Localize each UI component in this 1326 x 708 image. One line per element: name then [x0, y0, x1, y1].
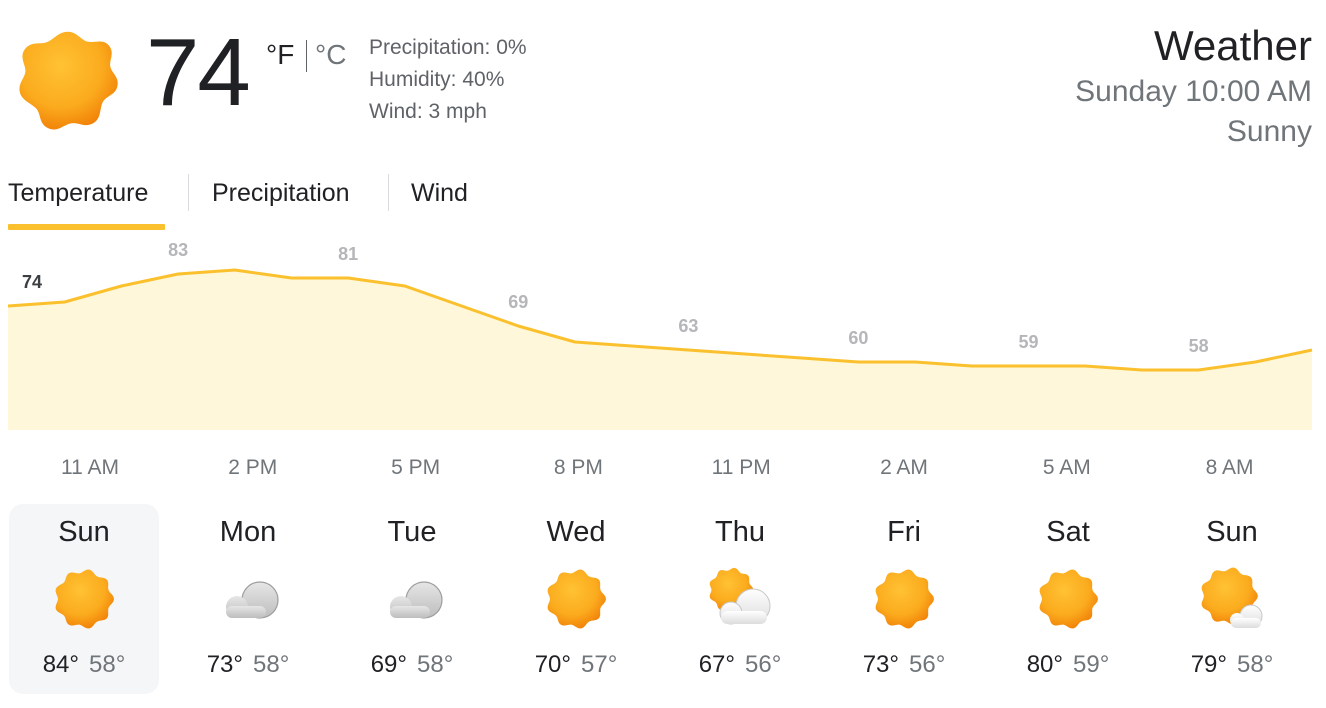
cloud-icon — [377, 564, 447, 634]
partly-cloudy-icon — [705, 564, 775, 634]
tab-precipitation[interactable]: Precipitation — [212, 176, 350, 210]
celsius-toggle[interactable]: °C — [315, 38, 346, 72]
day-temperatures: 79° 58° — [1157, 650, 1307, 680]
forecast-day-wed[interactable]: Wed 70° 57° — [501, 504, 651, 694]
sun-icon — [12, 25, 124, 137]
time-label: 2 PM — [228, 456, 278, 479]
chart-value-label: 58 — [1189, 336, 1209, 356]
day-temperatures: 69° 58° — [337, 650, 487, 680]
low-temperature: 59° — [1073, 651, 1110, 678]
precipitation-detail: Precipitation: 0% — [369, 36, 527, 59]
high-temperature: 73° — [206, 651, 243, 678]
forecast-day-sun[interactable]: Sun 79° 58° — [1157, 504, 1307, 694]
humidity-detail: Humidity: 40% — [369, 68, 505, 91]
sun-icon — [541, 564, 611, 634]
current-condition: Sunny — [1226, 115, 1312, 148]
time-label: 5 PM — [391, 456, 441, 479]
sun-icon — [1033, 564, 1103, 634]
day-name: Tue — [387, 516, 437, 548]
active-tab-indicator — [8, 224, 165, 230]
unit-divider — [306, 40, 307, 72]
tab-wind[interactable]: Wind — [411, 176, 468, 210]
day-temperatures: 67° 56° — [665, 650, 815, 680]
sun-icon — [49, 564, 119, 634]
current-datetime: Sunday 10:00 AM — [1075, 75, 1312, 108]
low-temperature: 56° — [745, 651, 782, 678]
tab-divider — [188, 174, 189, 211]
low-temperature: 58° — [1237, 651, 1274, 678]
chart-value-label: 74 — [22, 272, 42, 292]
day-temperatures: 73° 56° — [829, 650, 979, 680]
time-label: 11 PM — [711, 456, 771, 479]
mostly-sunny-icon — [1197, 564, 1267, 634]
low-temperature: 58° — [253, 651, 290, 678]
high-temperature: 79° — [1190, 651, 1227, 678]
forecast-day-tue[interactable]: Tue 69° 58° — [337, 504, 487, 694]
tab-divider — [388, 174, 389, 211]
low-temperature: 56° — [909, 651, 946, 678]
forecast-day-fri[interactable]: Fri 73° 56° — [829, 504, 979, 694]
high-temperature: 84° — [42, 651, 79, 678]
time-label: 8 PM — [553, 456, 603, 479]
chart-value-label: 59 — [1019, 332, 1039, 352]
forecast-day-mon[interactable]: Mon 73° 58° — [173, 504, 323, 694]
low-temperature: 57° — [581, 651, 618, 678]
day-temperatures: 73° 58° — [173, 650, 323, 680]
forecast-day-thu[interactable]: Thu 67° 56° — [665, 504, 815, 694]
high-temperature: 73° — [862, 651, 899, 678]
wind-detail: Wind: 3 mph — [369, 100, 487, 123]
chart-area — [8, 270, 1312, 430]
current-temperature: 74 — [146, 19, 251, 126]
day-name: Thu — [715, 516, 765, 548]
chart-value-label: 83 — [168, 240, 188, 260]
day-name: Wed — [546, 516, 606, 548]
chart-value-label: 60 — [848, 328, 868, 348]
chart-value-label: 63 — [678, 316, 698, 336]
forecast-day-sun[interactable]: Sun 84° 58° — [9, 504, 159, 694]
time-label: 11 AM — [61, 456, 119, 479]
day-name: Sun — [58, 516, 110, 548]
widget-title: Weather — [1154, 22, 1312, 69]
time-label: 2 AM — [880, 456, 928, 479]
day-name: Fri — [887, 516, 921, 548]
day-name: Sat — [1046, 516, 1090, 548]
high-temperature: 70° — [534, 651, 571, 678]
forecast-day-sat[interactable]: Sat 80° 59° — [993, 504, 1143, 694]
low-temperature: 58° — [89, 651, 126, 678]
high-temperature: 67° — [698, 651, 735, 678]
chart-value-label: 81 — [338, 244, 358, 264]
low-temperature: 58° — [417, 651, 454, 678]
tab-temperature[interactable]: Temperature — [8, 176, 148, 210]
high-temperature: 69° — [370, 651, 407, 678]
cloud-icon — [213, 564, 283, 634]
day-temperatures: 84° 58° — [9, 650, 159, 680]
sun-icon — [869, 564, 939, 634]
temperature-chart: 74 83 81 69 63 60 59 58 — [7, 240, 1313, 430]
day-name: Sun — [1206, 516, 1258, 548]
chart-value-label: 69 — [508, 292, 528, 312]
time-label: 5 AM — [1042, 456, 1091, 479]
time-label: 8 AM — [1205, 456, 1254, 479]
fahrenheit-toggle[interactable]: °F — [266, 38, 294, 72]
day-temperatures: 70° 57° — [501, 650, 651, 680]
high-temperature: 80° — [1026, 651, 1063, 678]
day-name: Mon — [219, 516, 277, 548]
day-temperatures: 80° 59° — [993, 650, 1143, 680]
